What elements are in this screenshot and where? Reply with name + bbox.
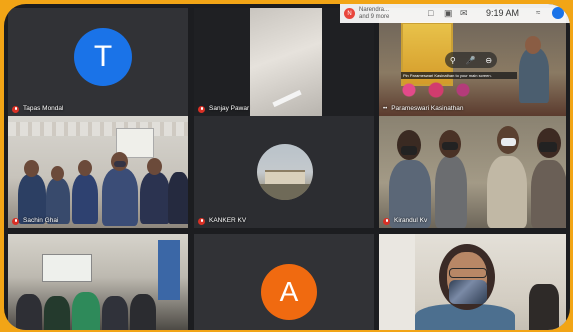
student xyxy=(102,168,138,226)
participant-avatar-photo xyxy=(257,144,313,200)
participant-name-label: Sachin Ghai xyxy=(12,217,58,225)
notification-summary[interactable]: N Narendra... and 9 more xyxy=(344,6,424,21)
status-time: 9:19 AM xyxy=(486,8,520,18)
student xyxy=(168,172,188,224)
participant-name-label: KANKER KV xyxy=(198,217,246,225)
notification-title: Narendra... xyxy=(359,6,390,13)
student xyxy=(72,174,98,224)
participant-tile-tapas-mondal[interactable]: T Tapas Mondal xyxy=(8,8,188,116)
mic-off-icon xyxy=(198,217,205,225)
student xyxy=(140,172,170,224)
mute-icon[interactable]: 🎤 xyxy=(466,56,476,65)
video-controls: ⚲ 🎤 ⊖ xyxy=(445,52,497,68)
participant-avatar: A xyxy=(261,264,317,320)
notification-badge: N xyxy=(344,8,355,19)
meeting-grid: T Tapas Mondal Sanjay Pawar ⚲ 🎤 ⊖ Pin Pa… xyxy=(4,4,570,330)
status-bar: N Narendra... and 9 more □ ▣ ✉ 9:19 AM ≈ xyxy=(340,4,570,23)
pin-tooltip: Pin Parameswari Kasinathan to your main … xyxy=(401,72,517,79)
mic-off-icon xyxy=(383,217,390,225)
participant-tile-parameswari-kasinathan[interactable]: ⚲ 🎤 ⊖ Pin Parameswari Kasinathan to your… xyxy=(379,8,566,116)
participant-tile-kirandul-kv[interactable]: Kirandul Kv xyxy=(379,116,566,228)
participant-tile-a[interactable]: A xyxy=(194,234,374,330)
student xyxy=(102,296,128,330)
notification-more: and 9 more xyxy=(359,13,390,20)
flowers xyxy=(391,80,481,100)
participant-tile-woman[interactable] xyxy=(379,234,566,330)
student xyxy=(130,294,156,330)
participant-name-label: Tapas Mondal xyxy=(12,105,63,113)
video-feed-ceiling xyxy=(250,8,322,116)
glasses xyxy=(449,268,487,278)
participant-name-label: •• Parameswari Kasinathan xyxy=(383,105,464,112)
message-icon: ✉ xyxy=(460,8,468,18)
participant-name-label: Sanjay Pawar xyxy=(198,105,249,113)
camera-icon: □ xyxy=(428,8,434,18)
mic-off-icon xyxy=(198,105,205,113)
wifi-icon: ≈ xyxy=(536,8,541,17)
student xyxy=(16,294,42,330)
unpin-icon: •• xyxy=(383,106,388,112)
student xyxy=(435,156,467,228)
battery-icon xyxy=(552,7,564,19)
mic-off-icon xyxy=(12,105,19,113)
pin-icon[interactable]: ⚲ xyxy=(450,56,456,65)
participant-tile-sanjay-pawar[interactable]: Sanjay Pawar xyxy=(194,8,374,116)
speaker-person xyxy=(519,48,549,103)
student xyxy=(44,296,70,330)
gallery-icon: ▣ xyxy=(444,8,453,18)
participant-tile-kanker-kv[interactable]: KANKER KV xyxy=(194,116,374,228)
student xyxy=(72,292,100,330)
face-mask xyxy=(449,280,487,304)
participant-avatar: T xyxy=(74,28,132,86)
mic-off-icon xyxy=(12,217,19,225)
participant-tile-classroom[interactable] xyxy=(8,234,188,330)
remove-icon[interactable]: ⊖ xyxy=(485,56,492,65)
student xyxy=(487,156,527,228)
participant-tile-sachin-ghai[interactable]: Sachin Ghai xyxy=(8,116,188,228)
student xyxy=(531,160,566,228)
participant-name-label: Kirandul Kv xyxy=(383,217,427,225)
